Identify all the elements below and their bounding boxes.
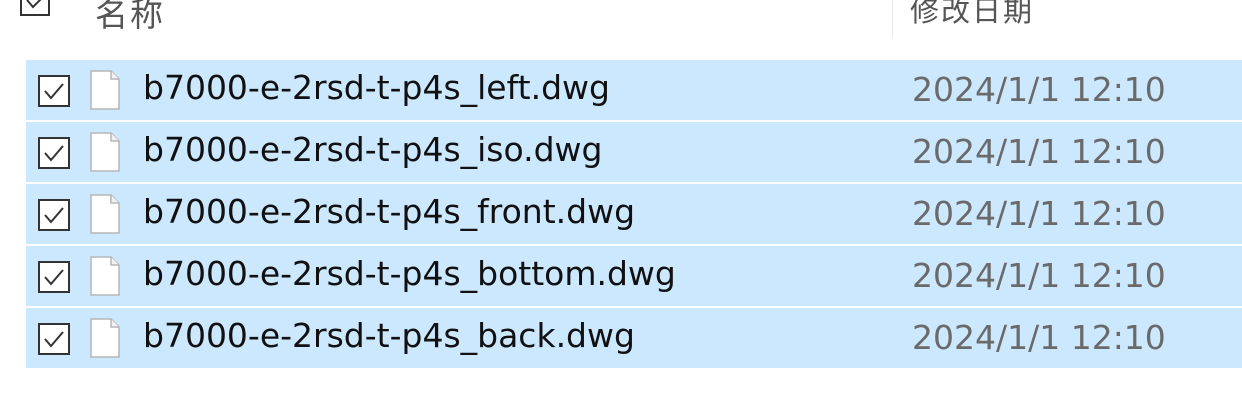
file-row[interactable]: b7000-e-2rsd-t-p4s_bottom.dwg 2024/1/1 1… [26, 246, 1242, 306]
checkmark-icon [44, 331, 64, 348]
file-date-modified: 2024/1/1 12:10 [912, 194, 1166, 233]
file-name: b7000-e-2rsd-t-p4s_left.dwg [143, 68, 610, 107]
checkmark-icon [44, 83, 64, 100]
file-date-modified: 2024/1/1 12:10 [912, 256, 1166, 295]
file-row[interactable]: b7000-e-2rsd-t-p4s_front.dwg 2024/1/1 12… [26, 184, 1242, 244]
file-date-modified: 2024/1/1 12:10 [912, 70, 1166, 109]
file-row[interactable]: b7000-e-2rsd-t-p4s_back.dwg 2024/1/1 12:… [26, 308, 1242, 368]
checkmark-icon [44, 145, 64, 162]
row-checkbox[interactable] [38, 137, 70, 169]
blank-file-icon [90, 132, 120, 172]
file-explorer-view: 名称 修改日期 b7000-e-2rsd-t-p4s_left.dwg 2024… [0, 0, 1242, 415]
file-name: b7000-e-2rsd-t-p4s_back.dwg [143, 316, 635, 355]
file-date-modified: 2024/1/1 12:10 [912, 318, 1166, 357]
checkmark-icon [26, 0, 42, 9]
column-header: 名称 修改日期 [0, 0, 1242, 38]
file-row[interactable]: b7000-e-2rsd-t-p4s_iso.dwg 2024/1/1 12:1… [26, 122, 1242, 182]
name-column-header[interactable]: 名称 [95, 0, 165, 36]
select-all-checkbox[interactable] [20, 0, 50, 16]
file-name: b7000-e-2rsd-t-p4s_front.dwg [143, 192, 636, 231]
row-checkbox[interactable] [38, 199, 70, 231]
blank-file-icon [90, 70, 120, 110]
file-row[interactable]: b7000-e-2rsd-t-p4s_left.dwg 2024/1/1 12:… [26, 60, 1242, 120]
blank-file-icon [90, 194, 120, 234]
column-divider[interactable] [892, 0, 893, 38]
file-list: b7000-e-2rsd-t-p4s_left.dwg 2024/1/1 12:… [26, 60, 1242, 370]
checkmark-icon [44, 207, 64, 224]
file-name: b7000-e-2rsd-t-p4s_iso.dwg [143, 130, 603, 169]
checkmark-icon [44, 269, 64, 286]
row-checkbox[interactable] [38, 323, 70, 355]
date-modified-column-header[interactable]: 修改日期 [910, 0, 1034, 30]
blank-file-icon [90, 318, 120, 358]
row-checkbox[interactable] [38, 261, 70, 293]
row-checkbox[interactable] [38, 75, 70, 107]
blank-file-icon [90, 256, 120, 296]
file-name: b7000-e-2rsd-t-p4s_bottom.dwg [143, 254, 676, 293]
file-date-modified: 2024/1/1 12:10 [912, 132, 1166, 171]
